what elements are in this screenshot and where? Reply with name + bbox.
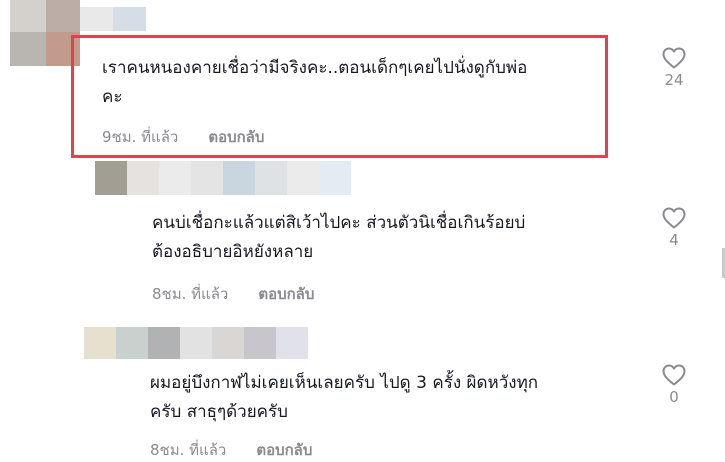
heart-outline-icon xyxy=(662,207,686,229)
highlight-box xyxy=(71,35,608,158)
comment-text: คนบ่เชื่อกะแล้วแต่สิเว้าไปคะ ส่วนตัวนิเช… xyxy=(152,213,526,262)
like-count: 4 xyxy=(669,231,679,249)
avatar[interactable] xyxy=(10,0,80,66)
comment-meta: 8ชม. ที่แล้ว ตอบกลับ xyxy=(152,282,314,306)
reply-username-blurred[interactable] xyxy=(95,161,351,195)
heart-outline-icon xyxy=(662,47,686,69)
like-button[interactable]: 4 xyxy=(654,207,694,249)
heart-outline-icon xyxy=(662,364,686,386)
comment-time: 8ชม. ที่แล้ว xyxy=(152,285,229,303)
username-blurred[interactable] xyxy=(80,7,146,31)
reply-username-blurred[interactable] xyxy=(84,327,308,359)
like-count: 0 xyxy=(669,388,679,406)
comment-time: 8ชม. ที่แล้ว xyxy=(150,441,227,459)
reply-button[interactable]: ตอบกลับ xyxy=(258,282,314,306)
like-button[interactable]: 24 xyxy=(654,47,694,89)
reply-button[interactable]: ตอบกลับ xyxy=(256,438,312,462)
comment-meta: 8ชม. ที่แล้ว ตอบกลับ xyxy=(150,438,312,462)
comment-text: ผมอยู่บึงกาฬไม่เคยเห็นเลยครับ ไปดู 3 ครั… xyxy=(150,373,539,422)
like-count: 24 xyxy=(664,71,684,89)
like-button[interactable]: 0 xyxy=(654,364,694,406)
